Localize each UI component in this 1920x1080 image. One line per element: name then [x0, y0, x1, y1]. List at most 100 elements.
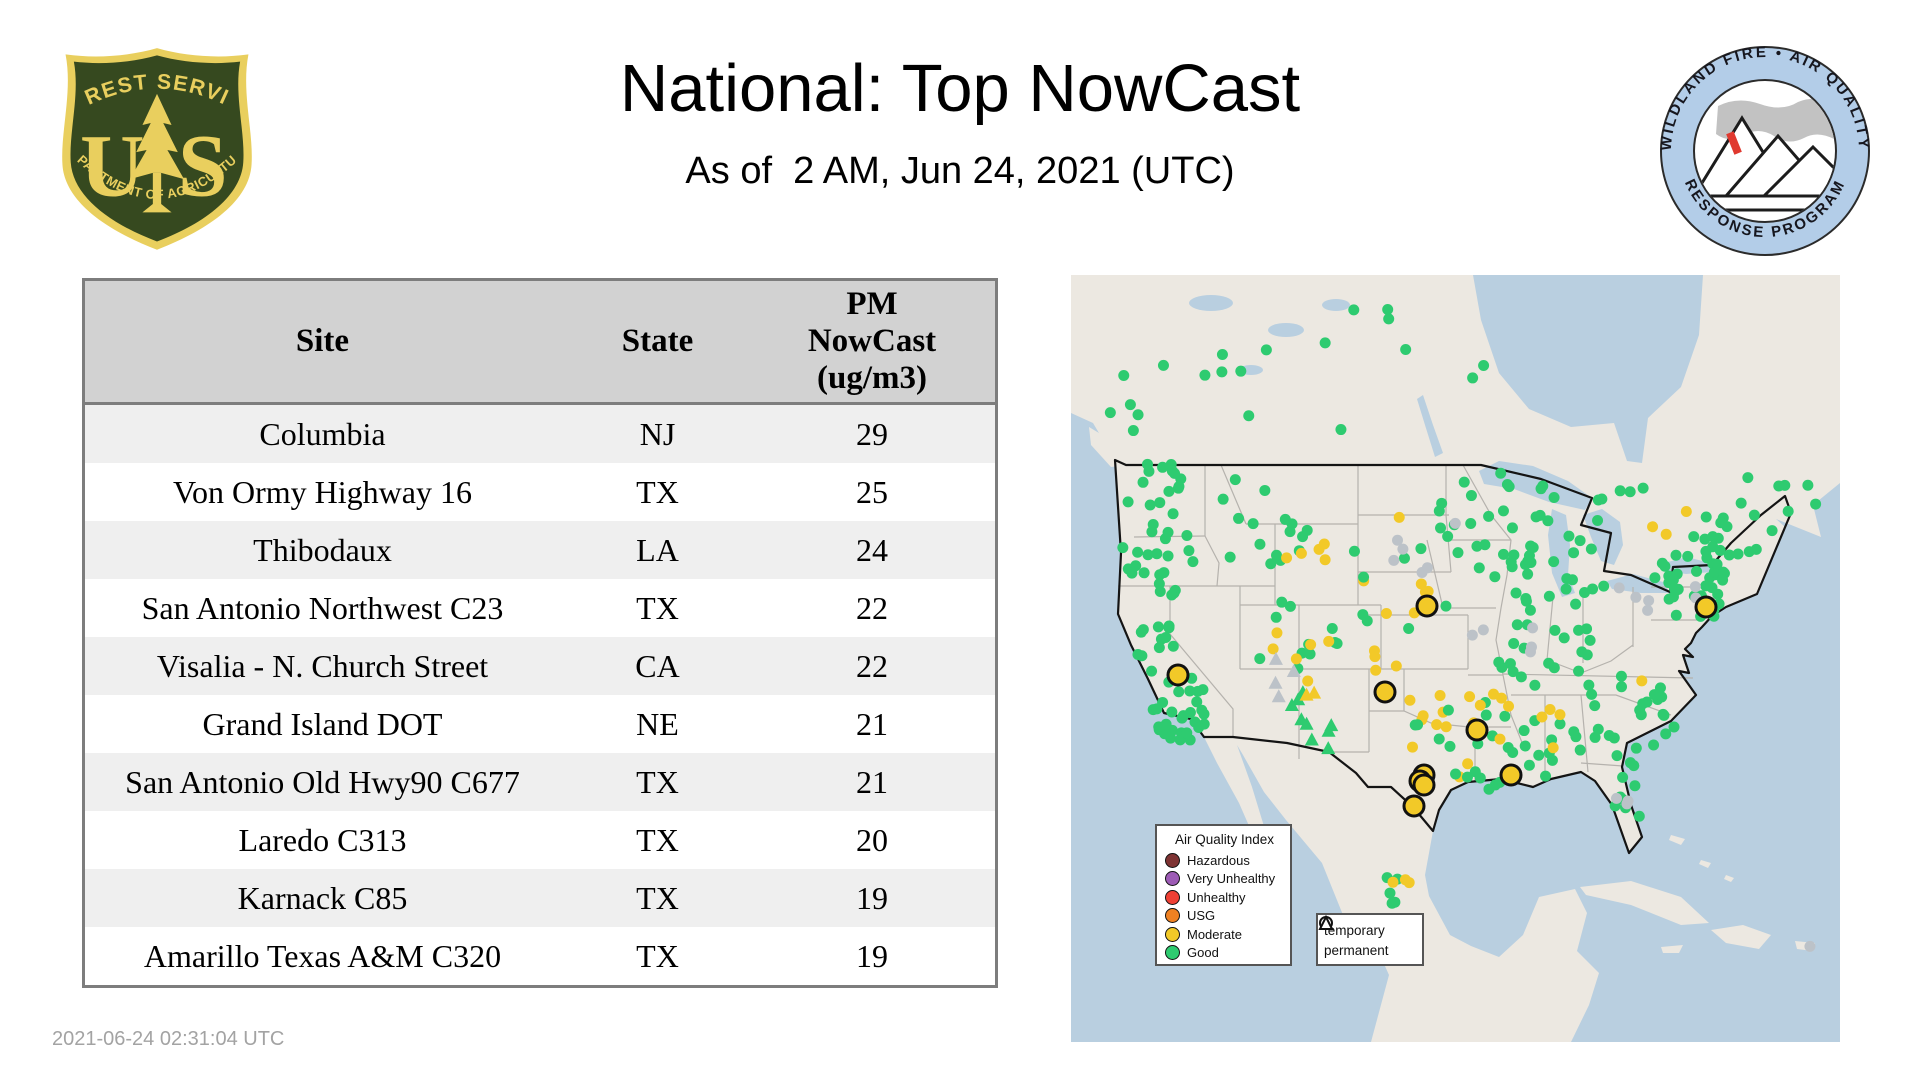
monitor-dot [1574, 744, 1586, 756]
monitor-dot [1167, 640, 1179, 652]
monitor-dot [1547, 742, 1559, 754]
monitor-dot [1624, 486, 1636, 498]
top-site-marker [1373, 680, 1397, 704]
monitor-dot [1479, 539, 1491, 551]
monitor-dot [1474, 772, 1486, 784]
site-cell: Visalia - N. Church Street [156, 647, 489, 684]
monitor-dot [1177, 710, 1189, 722]
monitor-dot [1319, 337, 1331, 349]
monitor-dot [1290, 653, 1302, 665]
monitor-dot [1519, 740, 1531, 752]
monitor-dot [1581, 649, 1593, 661]
monitor-dot [1165, 732, 1177, 744]
monitor-dot [1163, 485, 1175, 497]
table-row: Thibodaux LA 24 [85, 521, 995, 579]
monitor-dot [1750, 543, 1762, 555]
monitor-dot [1415, 543, 1427, 555]
monitor-dot [1154, 497, 1166, 509]
monitor-dot [1163, 620, 1175, 632]
monitor-dot [1554, 709, 1566, 721]
monitor-dot [1358, 571, 1370, 583]
monitor-dot [1169, 467, 1181, 479]
monitor-dot [1393, 511, 1405, 523]
monitor-dot [1586, 688, 1598, 700]
site-cell: Grand Island DOT [202, 705, 443, 742]
monitor-dot [1515, 671, 1527, 683]
monitor-dot [1146, 665, 1158, 677]
monitor-dot [1267, 643, 1279, 655]
moderate-swatch-icon [1165, 926, 1180, 942]
legend-item-temporary: temporary [1319, 916, 1416, 940]
monitor-dot [1707, 541, 1719, 553]
monitor-dot [1474, 699, 1486, 711]
monitor-dot [1700, 511, 1712, 523]
value-cell: 25 [856, 473, 888, 510]
monitor-dot [1614, 485, 1626, 497]
monitor-dot [1254, 538, 1266, 550]
monitor-dot [1508, 549, 1520, 561]
monitor-dot [1617, 771, 1629, 783]
monitor-dot [1235, 365, 1247, 377]
monitor-dot [1477, 624, 1489, 636]
monitor-dot [1802, 479, 1814, 491]
monitor-dot [1530, 511, 1542, 523]
monitor-dot [1389, 896, 1401, 908]
monitor-dot [1529, 679, 1541, 691]
monitor-dot [1520, 592, 1532, 604]
monitor-dot [1525, 556, 1537, 568]
value-cell: 19 [856, 879, 888, 916]
monitor-dot [1295, 547, 1307, 559]
page-title: National: Top NowCast [619, 51, 1301, 126]
marker-type-legend: temporary permanent [1316, 913, 1424, 966]
monitor-dot [1584, 634, 1596, 646]
monitor-dot [1483, 783, 1495, 795]
monitor-dot [1369, 651, 1381, 663]
monitor-dot [1810, 498, 1822, 510]
aqi-legend-item: Hazardous [1165, 851, 1284, 870]
monitor-dot [1229, 474, 1241, 486]
monitor-dot [1717, 574, 1729, 586]
monitor-dot [1348, 545, 1360, 557]
monitor-dot [1403, 623, 1415, 635]
monitor-dot [1173, 686, 1185, 698]
monitor-dot [1187, 556, 1199, 568]
monitor-dot [1462, 758, 1474, 770]
monitor-dot [1589, 731, 1601, 743]
monitor-dot [1637, 482, 1649, 494]
monitor-dot [1598, 580, 1610, 592]
monitor-dot [1383, 313, 1395, 325]
aqi-legend-item: USG [1165, 907, 1284, 926]
monitor-dot [1403, 877, 1415, 889]
monitor-dot [1648, 689, 1660, 701]
monitor-dot [1431, 719, 1443, 731]
monitor-dot [1518, 725, 1530, 737]
unhealthy-swatch-icon [1165, 889, 1180, 905]
monitor-dot [1533, 749, 1545, 761]
monitor-dot [1660, 528, 1672, 540]
monitor-dot [1452, 547, 1464, 559]
monitor-dot [1570, 731, 1582, 743]
state-cell: NE [636, 705, 679, 742]
monitor-dot [1506, 561, 1518, 573]
monitor-dot [1656, 557, 1668, 569]
monitor-dot [1573, 624, 1585, 636]
permanent-triangle-icon [1318, 915, 1334, 930]
wfaqrp-logo: WILDLAND FIRE • AIR QUALITY RESPONSE PRO… [1658, 44, 1872, 258]
monitor-dot [1323, 635, 1335, 647]
monitor-dot [1548, 662, 1560, 674]
monitor-dot [1247, 518, 1259, 530]
monitor-dot [1406, 741, 1418, 753]
monitor-dot [1511, 619, 1523, 631]
monitor-dot [1181, 529, 1193, 541]
monitor-dot [1647, 521, 1659, 533]
aqi-legend: Air Quality Index Hazardous Very Unhealth… [1155, 824, 1292, 966]
monitor-dot [1216, 348, 1228, 360]
site-cell: San Antonio Northwest C23 [141, 589, 504, 626]
monitor-dot [1124, 399, 1136, 411]
monitor-dot [1326, 622, 1338, 634]
table-row: Von Ormy Highway 16 TX 25 [85, 463, 995, 521]
monitor-dot [1489, 571, 1501, 583]
monitor-dot [1284, 600, 1296, 612]
top-site-marker [1694, 595, 1718, 619]
monitor-dot [1495, 467, 1507, 479]
